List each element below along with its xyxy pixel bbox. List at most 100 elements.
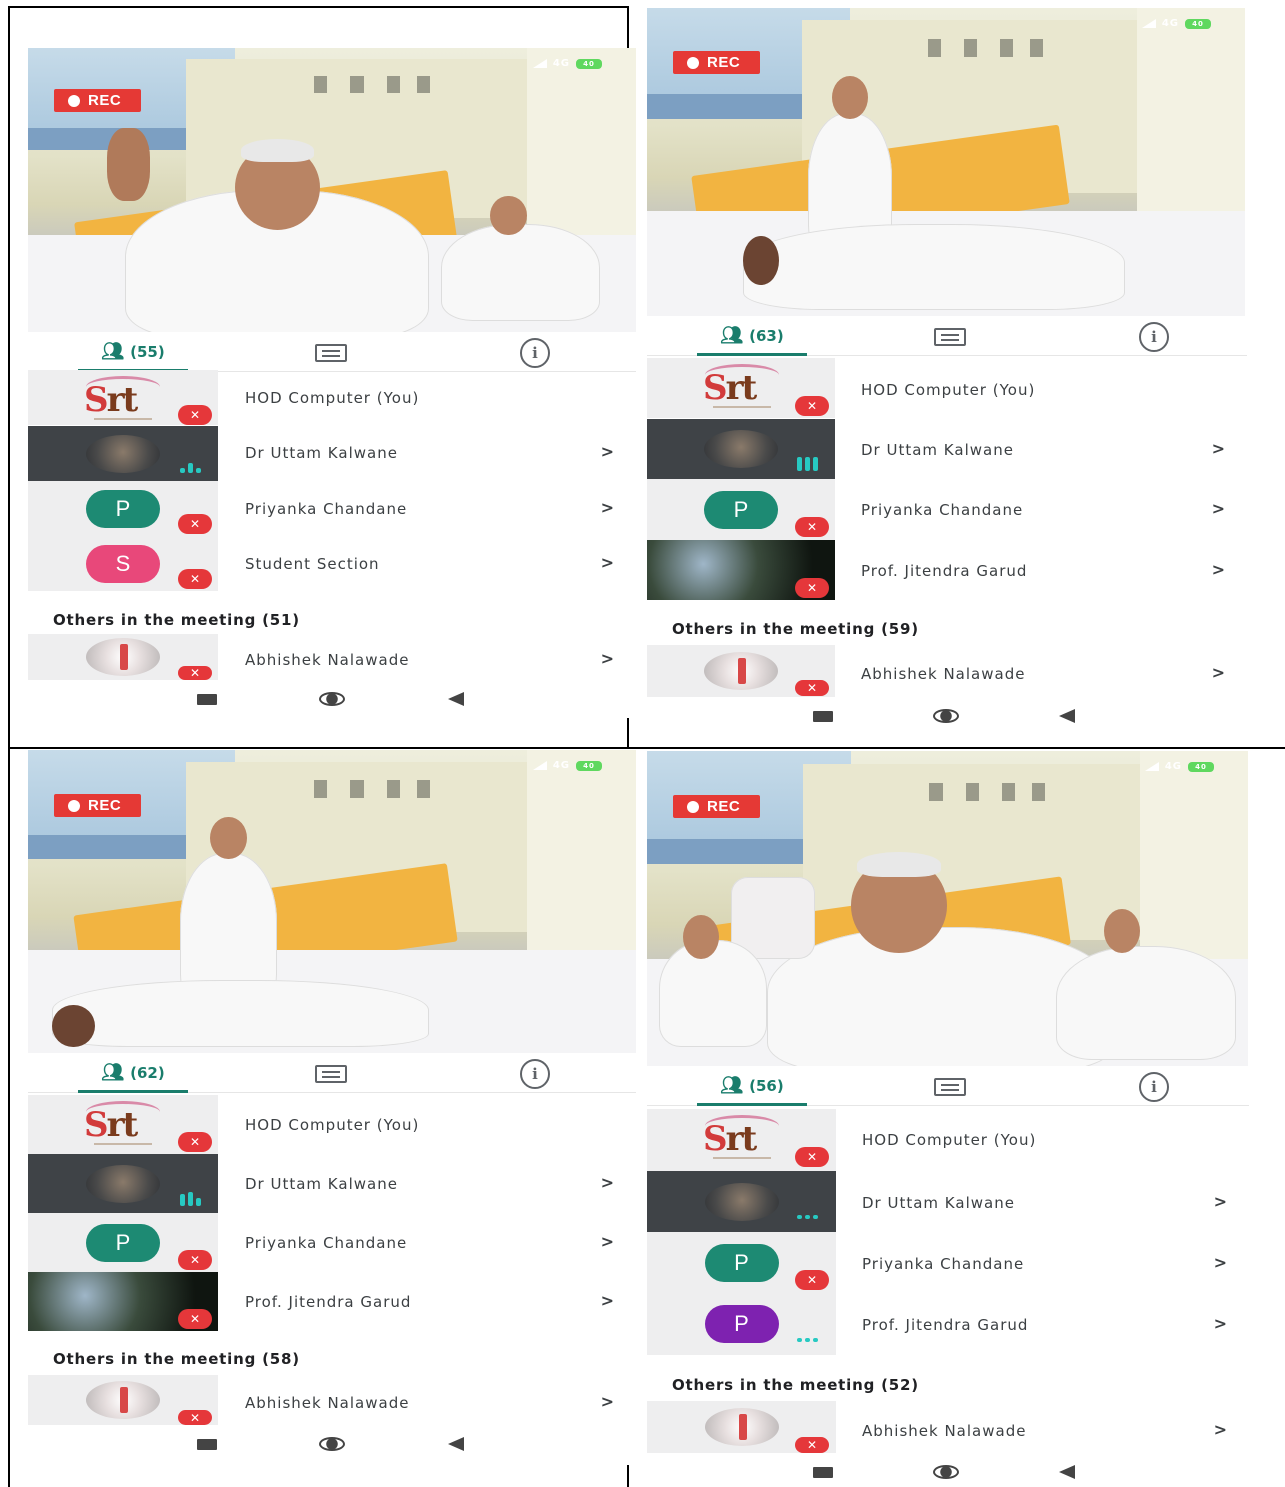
battery-icon: 40 [1188, 761, 1214, 772]
participant-row[interactable]: Dr Uttam Kalwane > [647, 1171, 1249, 1232]
rec-label: REC [88, 92, 122, 109]
srt-logo-icon: Srt [703, 368, 757, 408]
recent-apps-icon[interactable] [813, 711, 833, 722]
info-icon: i [1139, 322, 1169, 352]
video-feed: 4G 40 REC [28, 48, 636, 332]
tab-info[interactable]: i [1119, 1068, 1189, 1106]
home-icon[interactable] [933, 709, 959, 723]
participant-row[interactable]: P ✕ Priyanka Chandane > [28, 1213, 636, 1272]
participant-name: Prof. Jitendra Garud [245, 1293, 412, 1311]
participant-count: (55) [130, 342, 165, 361]
home-icon[interactable] [933, 1465, 959, 1479]
back-icon[interactable] [448, 692, 464, 706]
people-icon: 👥︎ [101, 341, 125, 362]
participant-name: Abhishek Nalawade [245, 1394, 410, 1412]
tab-info[interactable]: i [500, 334, 570, 372]
participant-row[interactable]: ✕ Prof. Jitendra Garud > [28, 1272, 636, 1331]
tab-chat[interactable] [296, 1055, 366, 1093]
rec-badge: REC [54, 89, 142, 112]
chat-icon [315, 344, 347, 362]
tab-info[interactable]: i [1119, 318, 1189, 356]
recent-apps-icon[interactable] [813, 1467, 833, 1478]
participant-row[interactable]: ✕ Abhishek Nalawade > [647, 645, 1247, 697]
video-feed: 4G 40 REC [647, 8, 1245, 316]
participant-row[interactable]: S ✕ Student Section > [28, 536, 636, 591]
participant-name: Prof. Jitendra Garud [862, 1316, 1029, 1334]
participant-name: Abhishek Nalawade [245, 651, 410, 669]
network-type: 4G [1164, 761, 1182, 772]
tab-people[interactable]: 👥︎ (62) [78, 1055, 188, 1093]
rec-badge: REC [54, 794, 142, 817]
participant-name: Dr Uttam Kalwane [245, 444, 398, 462]
participant-name: Prof. Jitendra Garud [861, 562, 1028, 580]
participant-row[interactable]: Dr Uttam Kalwane > [647, 419, 1247, 479]
chat-icon [934, 328, 966, 346]
back-icon[interactable] [1059, 709, 1075, 723]
chevron-right-icon: > [600, 442, 614, 461]
mic-off-icon: ✕ [178, 569, 212, 589]
home-icon[interactable] [319, 692, 345, 706]
participant-row[interactable]: ✕ Abhishek Nalawade > [28, 1375, 636, 1425]
recent-apps-icon[interactable] [197, 1439, 217, 1450]
network-type: 4G [552, 58, 570, 69]
record-dot-icon [68, 799, 80, 812]
meeting-panel-1: 4G 40 REC 👥︎ (55) i Srt ✕ HOD Computer (… [28, 48, 636, 718]
speaking-indicator-icon [797, 457, 818, 471]
participant-row[interactable]: P Prof. Jitendra Garud > [647, 1293, 1249, 1355]
participant-row[interactable]: Srt ✕ HOD Computer (You) [28, 1095, 636, 1154]
participant-row[interactable]: ✕ Prof. Jitendra Garud > [647, 540, 1247, 600]
srt-logo-icon: Srt [84, 380, 138, 420]
rec-label: REC [707, 798, 741, 815]
signal-icon [532, 761, 547, 770]
tab-people[interactable]: 👥︎ (63) [697, 318, 807, 356]
participant-row[interactable]: P ✕ Priyanka Chandane > [28, 481, 636, 536]
srt-logo-icon: Srt [84, 1105, 138, 1145]
mic-off-icon: ✕ [795, 1437, 829, 1453]
tab-chat[interactable] [296, 334, 366, 372]
signal-icon [1141, 19, 1156, 28]
mic-off-icon: ✕ [178, 514, 212, 534]
participant-row[interactable]: P ✕ Priyanka Chandane > [647, 479, 1247, 540]
chevron-right-icon: > [1213, 1420, 1227, 1439]
participant-row[interactable]: Dr Uttam Kalwane > [28, 426, 636, 481]
battery-icon: 40 [1185, 18, 1211, 29]
status-bar: 4G 40 [1144, 761, 1214, 772]
mic-off-icon: ✕ [795, 1270, 829, 1290]
tab-info[interactable]: i [500, 1055, 570, 1093]
meeting-panel-3: 4G 40 REC 👥︎ (62) i Srt ✕ HOD Computer (… [28, 750, 636, 1465]
participant-name: Priyanka Chandane [861, 501, 1024, 519]
others-header: Others in the meeting (58) [53, 1350, 300, 1368]
chevron-right-icon: > [1213, 1253, 1227, 1272]
tab-people[interactable]: 👥︎ (56) [697, 1068, 807, 1106]
participant-name: Dr Uttam Kalwane [861, 441, 1014, 459]
participant-count: (63) [749, 326, 784, 345]
participant-row[interactable]: P ✕ Priyanka Chandane > [647, 1232, 1249, 1293]
back-icon[interactable] [1059, 1465, 1075, 1479]
speaking-indicator-icon [180, 463, 201, 473]
network-type: 4G [1161, 18, 1179, 29]
tab-chat[interactable] [915, 318, 985, 356]
participant-row[interactable]: ✕ Abhishek Nalawade > [647, 1401, 1249, 1453]
tab-people[interactable]: 👥︎ (55) [78, 334, 188, 372]
people-icon: 👥︎ [720, 1075, 744, 1096]
info-icon: i [520, 338, 550, 368]
participant-row[interactable]: Srt ✕ HOD Computer (You) [28, 370, 636, 425]
home-icon[interactable] [319, 1437, 345, 1451]
chevron-right-icon: > [600, 1392, 614, 1411]
back-icon[interactable] [448, 1437, 464, 1451]
status-bar: 4G 40 [532, 760, 602, 771]
tab-chat[interactable] [915, 1068, 985, 1106]
android-nav-bar [28, 1436, 636, 1456]
tab-bar: 👥︎ (63) i [647, 318, 1247, 356]
participant-row[interactable]: Srt ✕ HOD Computer (You) [647, 1109, 1249, 1171]
participant-row[interactable]: Srt ✕ HOD Computer (You) [647, 358, 1247, 418]
people-icon: 👥︎ [101, 1062, 125, 1083]
android-nav-bar [647, 1464, 1249, 1484]
participant-row[interactable]: Dr Uttam Kalwane > [28, 1154, 636, 1213]
others-header: Others in the meeting (59) [672, 620, 919, 638]
status-bar: 4G 40 [532, 58, 602, 69]
recent-apps-icon[interactable] [197, 694, 217, 705]
participant-row[interactable]: ✕ Abhishek Nalawade > [28, 634, 636, 680]
participant-name: Abhishek Nalawade [862, 1422, 1027, 1440]
participant-name: Priyanka Chandane [245, 500, 408, 518]
